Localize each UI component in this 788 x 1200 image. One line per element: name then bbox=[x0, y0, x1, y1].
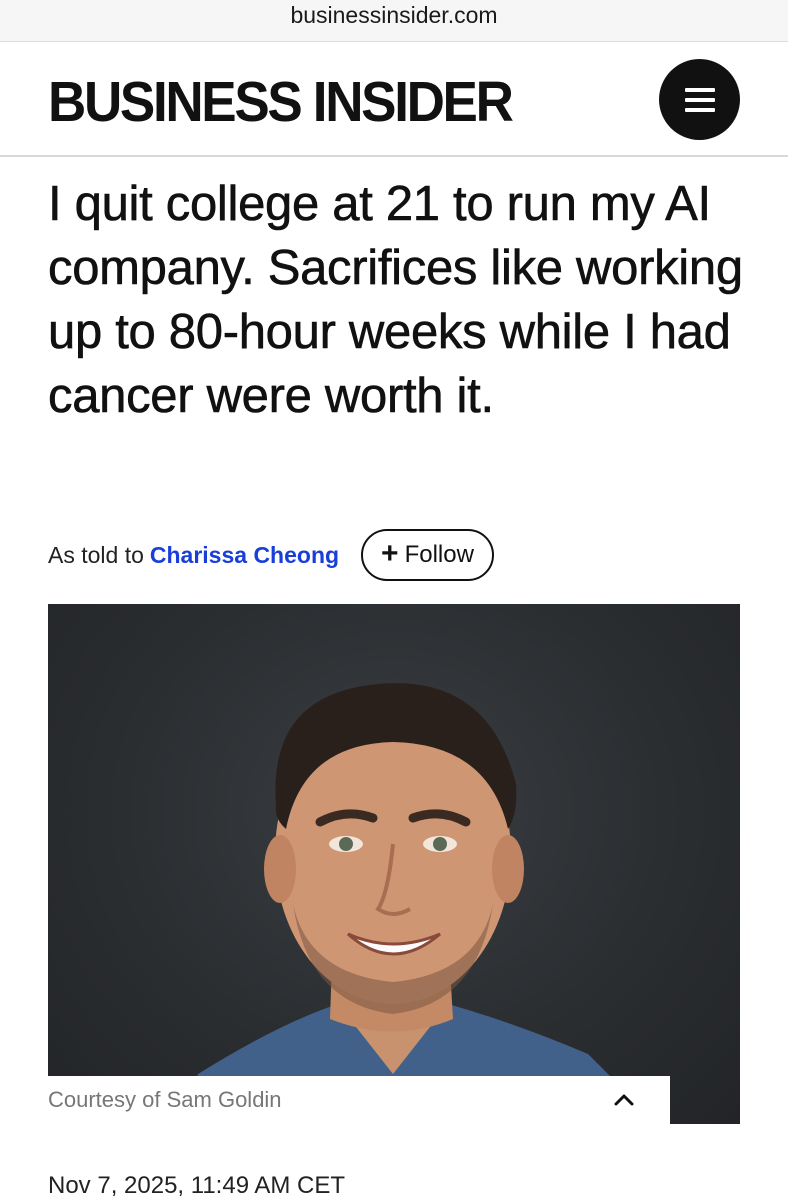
article-headline: I quit college at 21 to run my AI compan… bbox=[48, 177, 744, 424]
url-text: businessinsider.com bbox=[290, 2, 498, 28]
hamburger-menu-icon bbox=[684, 87, 715, 92]
article-photo bbox=[48, 604, 740, 1124]
photo-caption: Courtesy of Sam Goldin bbox=[48, 1087, 282, 1112]
chevron-up-icon bbox=[614, 1094, 634, 1106]
follow-label: Follow bbox=[404, 541, 474, 568]
site-logo[interactable]: BUSINESS INSIDER bbox=[48, 69, 514, 135]
browser-url-bar[interactable]: businessinsider.com bbox=[0, 0, 788, 42]
caption-toggle-button[interactable] bbox=[604, 1080, 644, 1120]
follow-button[interactable]: + Follow bbox=[361, 529, 494, 581]
site-header: BUSINESS INSIDER bbox=[0, 42, 788, 157]
author-link[interactable]: Charissa Cheong bbox=[150, 542, 339, 569]
photo-caption-bar: Courtesy of Sam Goldin bbox=[48, 1076, 670, 1124]
byline-prefix: As told to bbox=[48, 541, 144, 568]
plus-icon: + bbox=[381, 536, 399, 570]
publish-date: Nov 7, 2025, 11:49 AM CET bbox=[48, 1172, 346, 1199]
portrait-illustration bbox=[178, 683, 658, 1124]
byline: As told to Charissa Cheong + Follow bbox=[48, 528, 494, 582]
menu-button[interactable] bbox=[659, 59, 740, 140]
